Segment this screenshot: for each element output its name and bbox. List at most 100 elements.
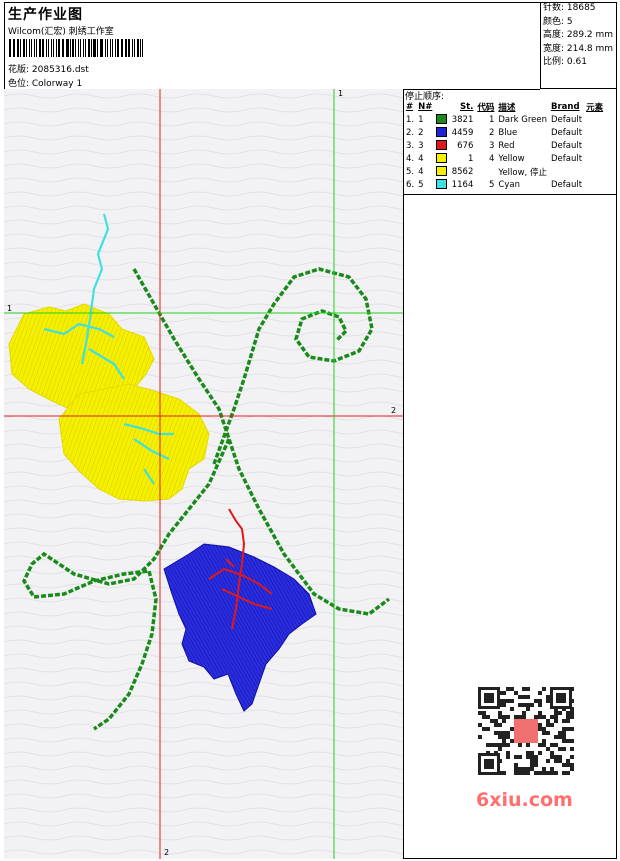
qr-module (534, 715, 538, 719)
qr-module (538, 715, 542, 719)
qr-module (498, 743, 502, 747)
table-row[interactable]: 5. 4 8562 Yellow, 停止 (404, 165, 605, 178)
qr-module (502, 703, 506, 707)
qr-module (566, 715, 570, 719)
barcode-bar (17, 39, 19, 57)
qr-module (494, 719, 498, 723)
design-canvas[interactable]: 1 1 2 2 (4, 89, 404, 859)
table-row[interactable]: 6. 5 1164 5 Cyan Default (404, 178, 605, 191)
design-scale: 比例: 0.61 (543, 57, 587, 67)
row-stitches: 3821 (434, 113, 475, 126)
qr-module (506, 755, 510, 759)
table-row[interactable]: 2. 2 4459 2 Blue Default (404, 126, 605, 139)
qr-module (482, 715, 486, 719)
qr-module (542, 715, 546, 719)
barcode-bar (96, 39, 98, 57)
barcode-bar (34, 39, 36, 57)
barcode-bar (66, 39, 69, 57)
qr-module (514, 767, 518, 771)
header: 生产作业图 Wilcom(汇宏) 刺绣工作室 花版: 2085316.dst 色… (4, 2, 540, 90)
color-swatch (436, 127, 448, 138)
qr-module (506, 731, 510, 735)
color-count: 颜色: 5 (543, 16, 573, 27)
qr-module (566, 763, 570, 767)
row-brand: Default (551, 114, 583, 125)
qr-module (546, 731, 550, 735)
qr-module (554, 711, 558, 715)
row-needle: 3 (418, 140, 424, 151)
stitch-count-value: 3821 (451, 114, 474, 125)
barcode-bar (90, 39, 92, 57)
qr-module (534, 699, 538, 703)
barcode-bar (28, 39, 30, 57)
barcode-bar (52, 39, 55, 57)
page-title: 生产作业图 (8, 7, 83, 23)
qr-module (502, 719, 506, 723)
stitch-count: 针数: 18685 (543, 3, 596, 13)
qr-module (546, 759, 550, 763)
row-index: 4. (406, 153, 415, 164)
barcode-bar (69, 39, 71, 57)
qr-module (534, 759, 538, 763)
barcode-bar (36, 39, 37, 57)
qr-module (510, 699, 514, 703)
table-row[interactable]: 4. 4 1 4 Yellow Default (404, 152, 605, 165)
qr-module (502, 731, 506, 735)
qr-module (542, 731, 546, 735)
barcode-bar (19, 39, 21, 57)
qr-module (538, 703, 542, 707)
barcode-bar (39, 39, 41, 57)
row-stitches: 1164 (434, 178, 475, 191)
row-needle: 5 (418, 179, 424, 190)
qr-finder-inner (484, 693, 494, 703)
qr-module (554, 715, 558, 719)
qr-module (554, 743, 558, 747)
color-swatch (436, 114, 448, 125)
qr-module (498, 735, 502, 739)
embroidery-preview (4, 89, 403, 859)
stitch-count-value: 8562 (451, 166, 474, 177)
row-element (584, 139, 605, 152)
qr-module (498, 731, 502, 735)
qr-module (530, 759, 534, 763)
qr-module (542, 767, 546, 771)
qr-module (542, 771, 546, 775)
qr-module (562, 763, 566, 767)
table-row[interactable]: 3. 3 676 3 Red Default (404, 139, 605, 152)
qr-module (546, 747, 550, 751)
barcode-bar (46, 39, 47, 57)
barcode-bar (79, 39, 82, 57)
qr-module (558, 747, 562, 751)
qr-module (558, 731, 562, 735)
qr-module (514, 763, 518, 767)
row-needle: 4 (418, 166, 424, 177)
qr-module (478, 735, 482, 739)
row-description: Dark Green (498, 114, 548, 125)
barcode-bar (99, 39, 101, 57)
color-swatch (436, 153, 448, 164)
qr-module (538, 699, 542, 703)
design-height: 高度: 289.2 mm (543, 30, 614, 40)
qr-module (570, 755, 574, 759)
qr-module (566, 711, 570, 715)
qr-module (526, 755, 530, 759)
barcode-bar (120, 39, 122, 57)
qr-module (558, 755, 562, 759)
qr-module (506, 751, 510, 755)
qr-module (566, 719, 570, 723)
row-description: Yellow (498, 153, 525, 164)
qr-module (558, 735, 562, 739)
qr-module (518, 715, 522, 719)
page-subtitle: Wilcom(汇宏) 刺绣工作室 (8, 27, 114, 37)
table-row[interactable]: 1. 1 3821 1 Dark Green Default (404, 113, 605, 126)
row-brand: Default (551, 140, 583, 151)
qr-module (554, 719, 558, 723)
stitch-count-value: 676 (457, 140, 474, 151)
qr-module (518, 771, 522, 775)
barcode-bar (57, 39, 60, 57)
row-code: 3 (488, 140, 495, 151)
barcode-bar (47, 39, 49, 57)
qr-module (570, 727, 574, 731)
qr-module (498, 715, 502, 719)
qr-module (550, 771, 554, 775)
